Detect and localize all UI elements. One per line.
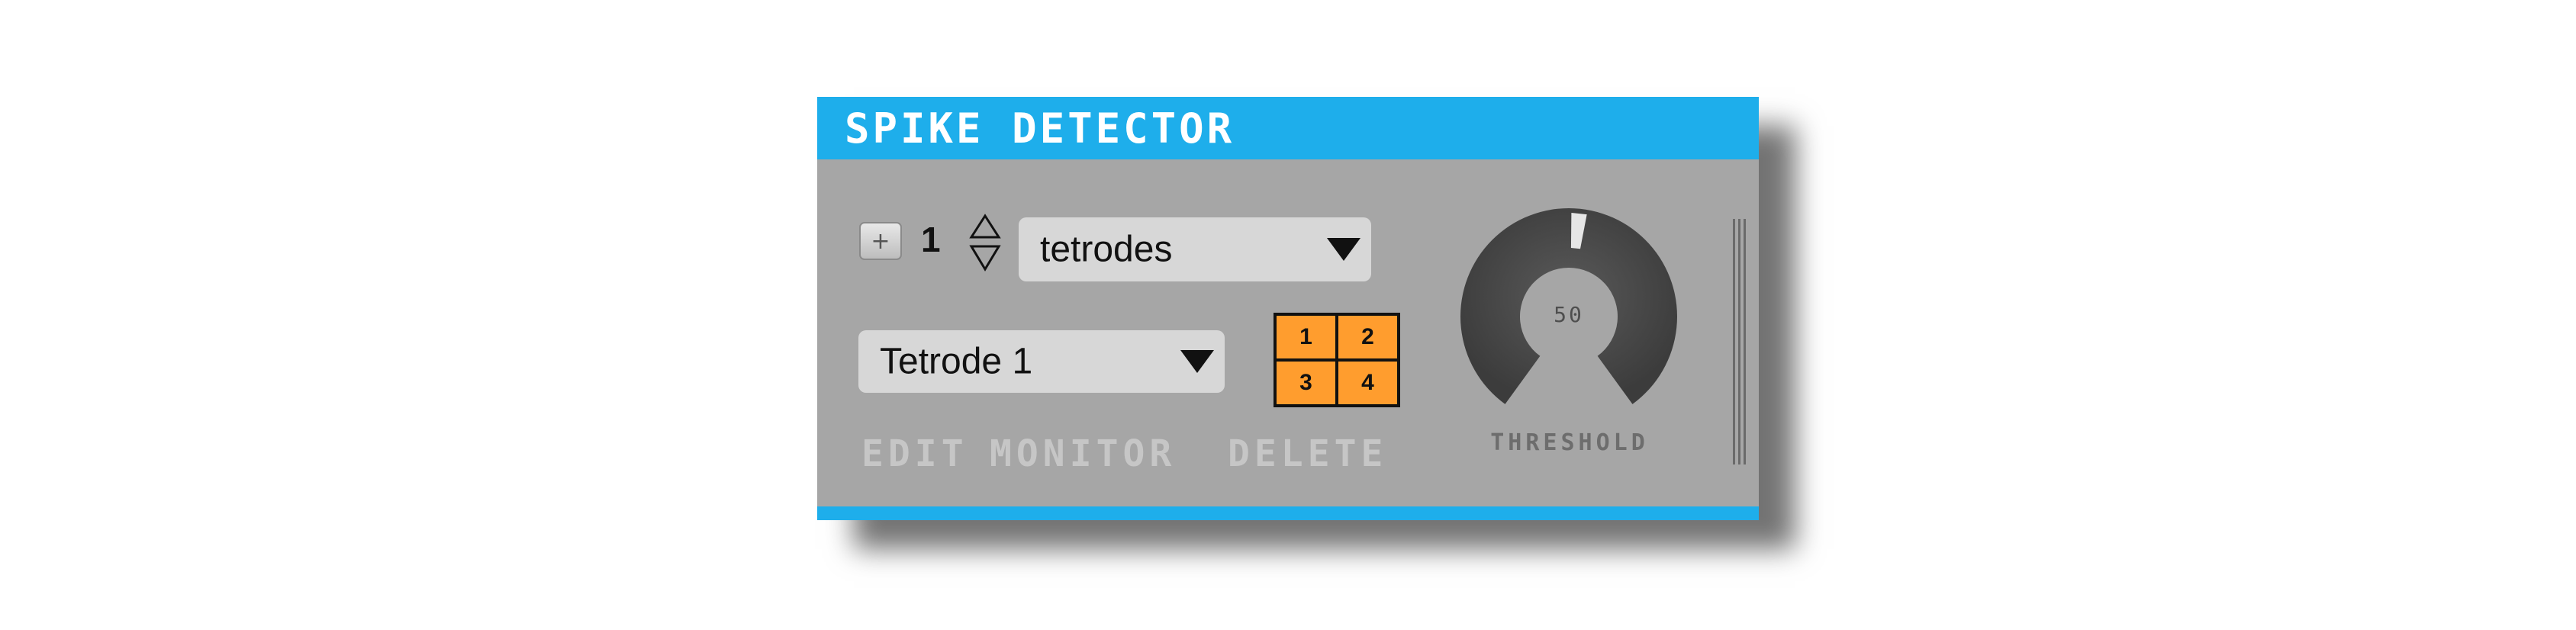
electrode-select-dropdown[interactable]: Tetrode 1 xyxy=(858,330,1225,393)
editor-footer-bar xyxy=(817,506,1759,520)
channel-button-3[interactable]: 3 xyxy=(1277,362,1335,404)
spike-detector-editor: SPIKE DETECTOR + 1 tetrodes Tetrode 1 1 … xyxy=(817,97,1759,520)
delete-button[interactable]: DELETE xyxy=(1228,432,1387,475)
editor-title-bar[interactable]: SPIKE DETECTOR xyxy=(817,97,1759,159)
monitor-button[interactable]: MONITOR xyxy=(990,432,1176,475)
plus-icon: + xyxy=(871,227,890,255)
electrode-count-value: 1 xyxy=(921,220,941,259)
edit-button[interactable]: EDIT xyxy=(861,432,968,475)
threshold-label: THRESHOLD xyxy=(1490,429,1649,456)
triangle-down-icon xyxy=(1180,350,1214,373)
threshold-knob[interactable]: 50 xyxy=(1451,207,1686,425)
add-electrode-button[interactable]: + xyxy=(859,222,902,260)
decrement-arrow[interactable] xyxy=(969,245,1001,272)
channel-button-1[interactable]: 1 xyxy=(1277,316,1335,358)
channel-button-2[interactable]: 2 xyxy=(1338,316,1397,358)
triangle-down-icon xyxy=(1327,238,1360,261)
electrode-select-selected: Tetrode 1 xyxy=(880,341,1033,382)
increment-arrow[interactable] xyxy=(969,214,1001,239)
electrode-type-dropdown[interactable]: tetrodes xyxy=(1019,217,1371,281)
drawer-handle[interactable] xyxy=(1731,219,1748,464)
threshold-value: 50 xyxy=(1554,301,1584,327)
editor-title: SPIKE DETECTOR xyxy=(845,104,1235,153)
channel-button-4[interactable]: 4 xyxy=(1338,362,1397,404)
electrode-type-selected: tetrodes xyxy=(1040,229,1173,270)
channel-selector: 1 2 3 4 xyxy=(1274,313,1400,407)
up-down-triangles-icon[interactable] xyxy=(968,213,1003,274)
